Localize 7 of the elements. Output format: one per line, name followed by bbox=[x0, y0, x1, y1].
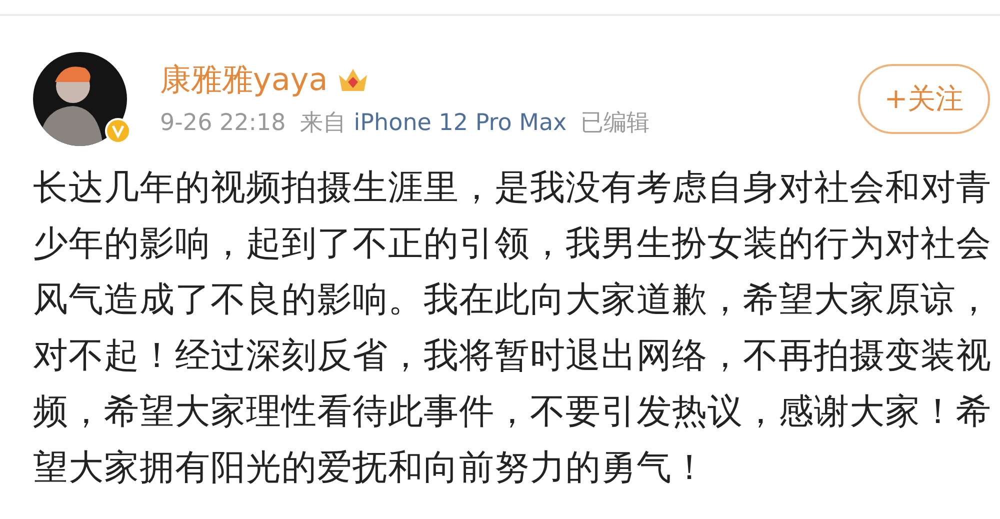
source-label: 来自 bbox=[300, 109, 346, 138]
follow-button[interactable]: +关注 bbox=[858, 64, 990, 134]
source-link[interactable]: iPhone 12 Pro Max bbox=[354, 106, 567, 140]
post-text: 长达几年的视频拍摄生涯里，是我没有考虑自身对社会和对青少年的影响，起到了不正的引领，我男生扮女装的行为对社会风气造成了不良的影响。我在此向大家道歉，希望大家原谅，对不起！经过深刻反省，我将暂时退出网络，不再拍摄变装视频，希望大家理性看待此事件，不要引发热议，感谢大家！希望大家拥有阳光的爱抚和向前努力的勇气！ bbox=[33, 167, 992, 490]
edited-label: 已编辑 bbox=[580, 109, 650, 138]
post-time: 9-26 22:18 bbox=[160, 109, 286, 138]
author-name[interactable]: 康雅雅yaya bbox=[160, 60, 328, 100]
